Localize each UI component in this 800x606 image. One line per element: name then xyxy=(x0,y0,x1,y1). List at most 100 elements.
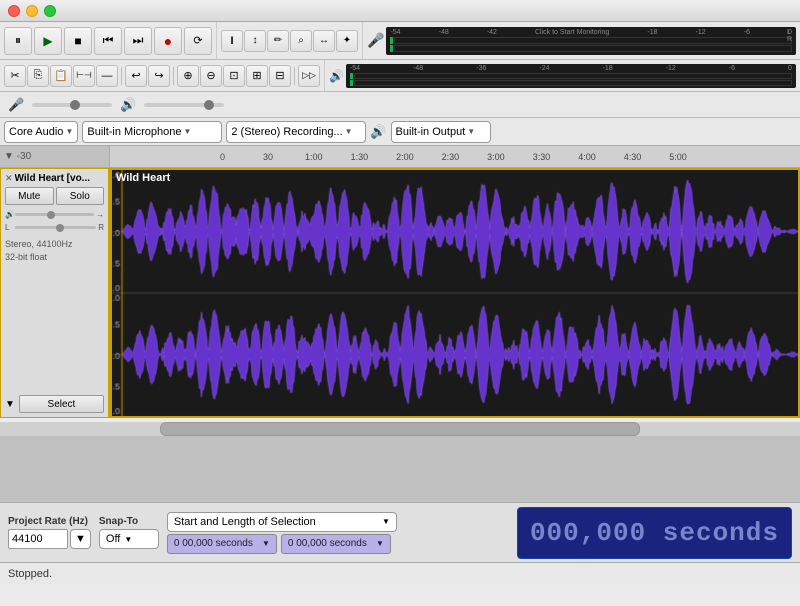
pause-button[interactable]: ⏸ xyxy=(4,27,32,55)
tool-toolbar: I ↕ ✏ ⌕ ↔ ✦ xyxy=(217,22,363,59)
output-select[interactable]: Built-in Output ▼ xyxy=(391,121,491,143)
speaker-device-icon: 🔊 xyxy=(370,124,386,140)
project-rate-label: Project Rate (Hz) xyxy=(8,516,91,527)
transport-toolbar: ⏸ ▶ ■ ⏮ ⏭ ● ⟳ xyxy=(0,22,217,59)
silence-button[interactable]: — xyxy=(96,65,118,87)
record-meter: 🎤 -54 -48 -42 Click to Start Monitoring … xyxy=(363,22,800,59)
waveform-display: Wild Heart xyxy=(110,168,800,418)
record-button[interactable]: ● xyxy=(154,27,182,55)
stop-button[interactable]: ■ xyxy=(64,27,92,55)
track-close-button[interactable]: ✕ xyxy=(5,173,13,184)
track-info: Stereo, 44100Hz32-bit float xyxy=(5,238,104,263)
select-button[interactable]: Select xyxy=(19,395,104,413)
separator xyxy=(173,67,174,85)
mic-volume-slider[interactable] xyxy=(32,103,112,107)
bottom-bar: Project Rate (Hz) ▼ Snap-To Off ▼ Start … xyxy=(0,502,800,562)
select-tool-button[interactable]: I xyxy=(221,30,243,52)
mic-icon[interactable]: 🎤 xyxy=(367,32,384,49)
close-button[interactable] xyxy=(8,5,20,17)
gain-thumb[interactable] xyxy=(47,211,55,219)
chevron-down-icon: ▼ xyxy=(345,127,353,136)
copy-button[interactable]: ⎘ xyxy=(27,65,49,87)
chevron-down-icon: ▼ xyxy=(467,127,475,136)
cut-button[interactable]: ✂ xyxy=(4,65,26,87)
mute-button[interactable]: Mute xyxy=(5,187,54,205)
gain-row: 🔊 → xyxy=(5,210,104,219)
draw-tool-button[interactable]: ✏ xyxy=(267,30,289,52)
solo-button[interactable]: Solo xyxy=(56,187,105,205)
speaker-small-icon: 🔊 xyxy=(120,97,136,113)
playback-volume-slider[interactable] xyxy=(144,103,224,107)
horizontal-scrollbar[interactable] xyxy=(0,422,800,436)
project-rate-dropdown[interactable]: ▼ xyxy=(70,529,91,549)
selection-start-input[interactable]: 0 00,000 seconds ▼ xyxy=(167,534,277,554)
playback-extra-button[interactable]: ▷▷ xyxy=(298,65,320,87)
traffic-lights xyxy=(8,5,56,17)
selection-type-dropdown[interactable]: Start and Length of Selection ▼ xyxy=(167,512,397,532)
pan-slider[interactable] xyxy=(15,226,96,229)
track-panel: ✕ Wild Heart [vo... Mute Solo 🔊 → L R St… xyxy=(0,168,110,418)
chevron-down-icon: ▼ xyxy=(65,127,73,136)
track-collapse-icon[interactable]: ▼ xyxy=(5,399,15,410)
envelope-tool-button[interactable]: ↕ xyxy=(244,30,266,52)
time-digits: 000,000 seconds xyxy=(530,518,779,548)
chevron-down-icon: ▼ xyxy=(184,127,192,136)
selection-length-input[interactable]: 0 00,000 seconds ▼ xyxy=(281,534,391,554)
status-text: Stopped. xyxy=(8,568,52,580)
toolbars: ⏸ ▶ ■ ⏮ ⏭ ● ⟳ I xyxy=(0,22,800,146)
zoom-tool-button[interactable]: ⌕ xyxy=(290,30,312,52)
mic-volume-thumb[interactable] xyxy=(70,100,80,110)
lr-labels: LR xyxy=(787,29,792,43)
pan-thumb[interactable] xyxy=(56,224,64,232)
waveform-canvas xyxy=(112,170,798,416)
record-meter-display: -54 -48 -42 Click to Start Monitoring -1… xyxy=(386,27,796,55)
mic-small-icon: 🎤 xyxy=(8,97,24,113)
undo-button[interactable]: ↩ xyxy=(125,65,147,87)
maximize-button[interactable] xyxy=(44,5,56,17)
loop-button[interactable]: ⟳ xyxy=(184,27,212,55)
device-toolbar: Core Audio ▼ Built-in Microphone ▼ 2 (St… xyxy=(0,118,800,146)
gain-slider[interactable] xyxy=(15,213,94,216)
track-area: ✕ Wild Heart [vo... Mute Solo 🔊 → L R St… xyxy=(0,168,800,418)
title-bar xyxy=(0,0,800,22)
zoom-in-button[interactable]: ⊕ xyxy=(177,65,199,87)
status-bar: Stopped. xyxy=(0,562,800,584)
timeshift-tool-button[interactable]: ↔ xyxy=(313,30,335,52)
pan-row: L R xyxy=(5,223,104,232)
selection-section: Start and Length of Selection ▼ 0 00,000… xyxy=(167,512,509,554)
project-rate-section: Project Rate (Hz) ▼ xyxy=(8,516,91,549)
zoom-out-button[interactable]: ⊖ xyxy=(200,65,222,87)
trim-button[interactable]: ⊢⊣ xyxy=(73,65,95,87)
skip-end-button[interactable]: ⏭ xyxy=(124,27,152,55)
zoom-toggle-button[interactable]: ⊟ xyxy=(269,65,291,87)
microphone-select[interactable]: Built-in Microphone ▼ xyxy=(82,121,222,143)
audio-host-select[interactable]: Core Audio ▼ xyxy=(4,121,78,143)
mixer-toolbar: 🎤 🔊 xyxy=(0,92,800,118)
scrollbar-thumb[interactable] xyxy=(160,422,640,436)
speaker-icon[interactable]: 🔊 xyxy=(329,69,344,83)
skip-start-button[interactable]: ⏮ xyxy=(94,27,122,55)
paste-button[interactable]: 📋 xyxy=(50,65,72,87)
channels-select[interactable]: 2 (Stereo) Recording... ▼ xyxy=(226,121,366,143)
zoom-fit-button[interactable]: ⊞ xyxy=(246,65,268,87)
minimize-button[interactable] xyxy=(26,5,38,17)
playback-meter: 🔊 -54 -48 -36 -24 -18 -12 -6 0 xyxy=(325,60,800,91)
zoom-sel-button[interactable]: ⊡ xyxy=(223,65,245,87)
snap-to-label: Snap-To xyxy=(99,516,159,527)
snap-to-dropdown[interactable]: Off ▼ xyxy=(99,529,159,549)
timeline-ruler: ▼ -30 0 30 1:00 1:30 2:00 2:30 3:00 3:30… xyxy=(0,146,800,168)
playback-volume-thumb[interactable] xyxy=(204,100,214,110)
separator xyxy=(294,67,295,85)
edit-toolbar: ✂ ⎘ 📋 ⊢⊣ — ↩ ↪ ⊕ xyxy=(0,60,325,91)
redo-button[interactable]: ↪ xyxy=(148,65,170,87)
time-display: 000,000 seconds xyxy=(517,507,792,559)
play-button[interactable]: ▶ xyxy=(34,27,62,55)
playback-meter-display: -54 -48 -36 -24 -18 -12 -6 0 xyxy=(346,64,796,88)
separator xyxy=(121,67,122,85)
track-name: Wild Heart [vo... xyxy=(15,173,104,184)
snap-to-section: Snap-To Off ▼ xyxy=(99,516,159,549)
mute-solo-row: Mute Solo xyxy=(5,187,104,205)
project-rate-input[interactable] xyxy=(8,529,68,549)
multi-tool-button[interactable]: ✦ xyxy=(336,30,358,52)
waveform-title: Wild Heart xyxy=(116,172,170,184)
